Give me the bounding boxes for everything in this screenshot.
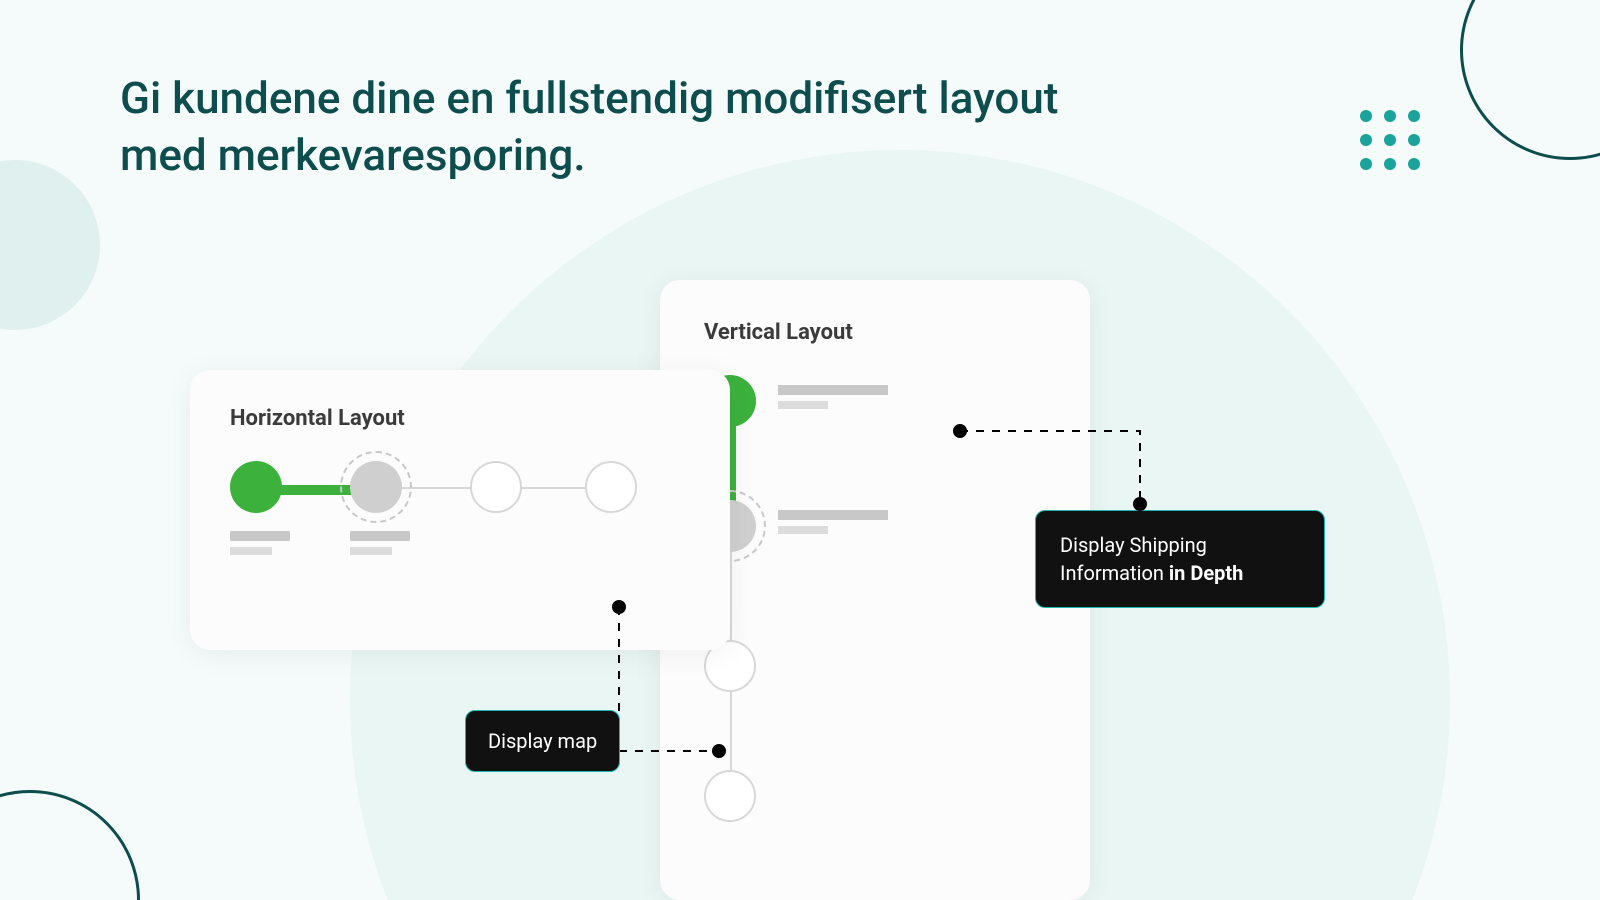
callout-text-line1: Display Shipping [1060,533,1207,557]
horizontal-node-pending [470,461,522,513]
vertical-node-label-placeholder [778,510,888,534]
vertical-tracker [704,375,1046,875]
callout-text-line2b: in Depth [1169,561,1244,585]
horizontal-node-active [230,461,282,513]
horizontal-node-current [350,461,402,513]
vertical-card-title: Vertical Layout [704,320,1046,345]
horizontal-node-label-placeholder [230,531,290,555]
vertical-node-label-placeholder [778,385,888,409]
vertical-node-pending [704,770,756,822]
connector-anchor [953,424,967,438]
deco-ring-bottom-left [0,790,140,900]
deco-dot-grid [1360,110,1420,170]
deco-blob [0,160,100,330]
horizontal-node-label-placeholder [350,531,410,555]
connector-anchor [712,744,726,758]
deco-ring-top-right [1460,0,1600,160]
page-headline: Gi kundene dine en fullstendig modifiser… [120,70,1120,184]
connector-anchor [1133,497,1147,511]
horizontal-node-pending [585,461,637,513]
horizontal-card-title: Horizontal Layout [230,406,690,431]
connector-anchor [612,600,626,614]
horizontal-layout-card: Horizontal Layout [190,370,730,650]
callout-display-map: Display map [465,710,620,772]
callout-shipping-depth: Display Shipping Information in Depth [1035,510,1325,608]
horizontal-connector [516,487,591,489]
vertical-connector [730,686,732,776]
callout-text-line2a: Information [1060,561,1169,585]
diagram-stage: Gi kundene dine en fullstendig modifiser… [0,0,1600,900]
callout-text: Display map [488,729,597,753]
horizontal-tracker [230,461,690,581]
